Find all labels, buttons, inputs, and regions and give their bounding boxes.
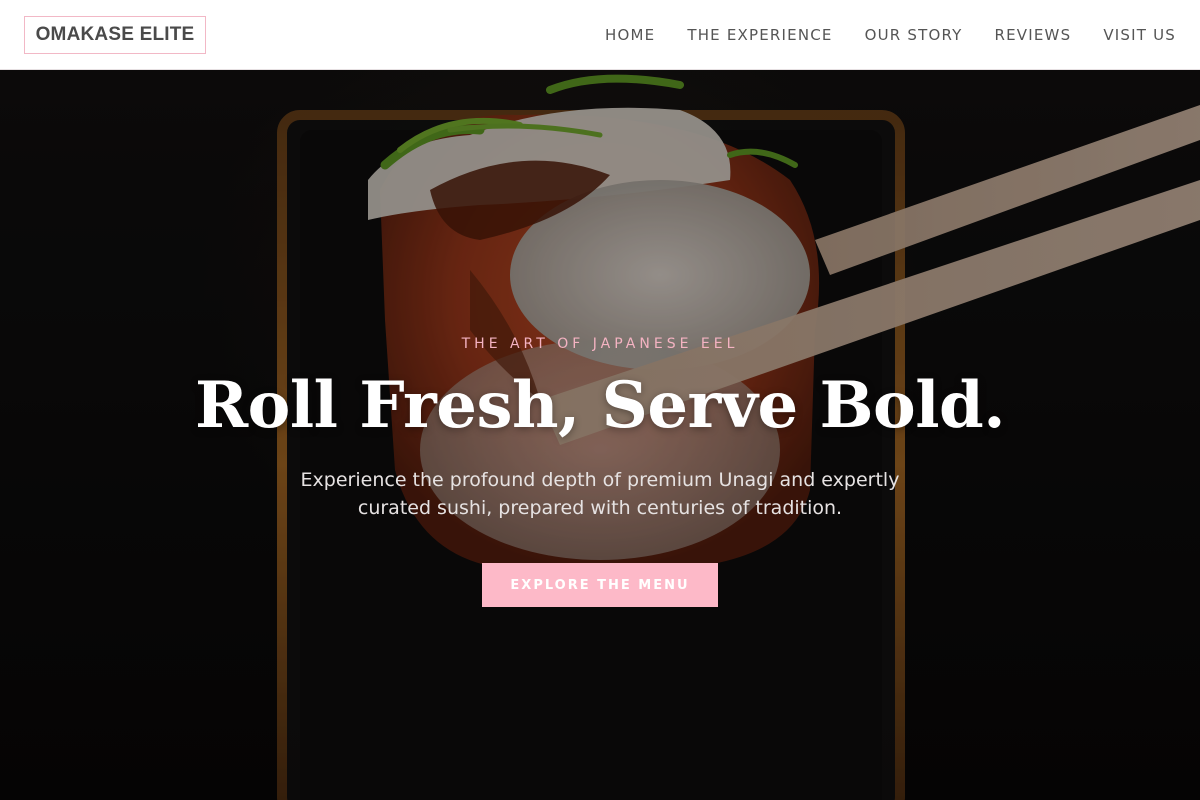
explore-menu-button[interactable]: EXPLORE THE MENU bbox=[482, 563, 718, 607]
main-nav: HOME THE EXPERIENCE OUR STORY REVIEWS VI… bbox=[605, 0, 1176, 70]
hero-eyebrow: THE ART OF JAPANESE EEL bbox=[461, 336, 739, 352]
site-header: OMAKASE ELITE HOME THE EXPERIENCE OUR ST… bbox=[0, 0, 1200, 70]
nav-link-home[interactable]: HOME bbox=[605, 26, 655, 44]
nav-link-our-story[interactable]: OUR STORY bbox=[865, 26, 963, 44]
hero-section: THE ART OF JAPANESE EEL Roll Fresh, Serv… bbox=[0, 70, 1200, 800]
brand-logo[interactable]: OMAKASE ELITE bbox=[24, 16, 206, 54]
hero-title: Roll Fresh, Serve Bold. bbox=[194, 368, 1006, 443]
nav-link-the-experience[interactable]: THE EXPERIENCE bbox=[687, 26, 832, 44]
nav-link-reviews[interactable]: REVIEWS bbox=[995, 26, 1072, 44]
hero-subtitle: Experience the profound depth of premium… bbox=[300, 469, 900, 519]
nav-link-visit-us[interactable]: VISIT US bbox=[1103, 26, 1176, 44]
